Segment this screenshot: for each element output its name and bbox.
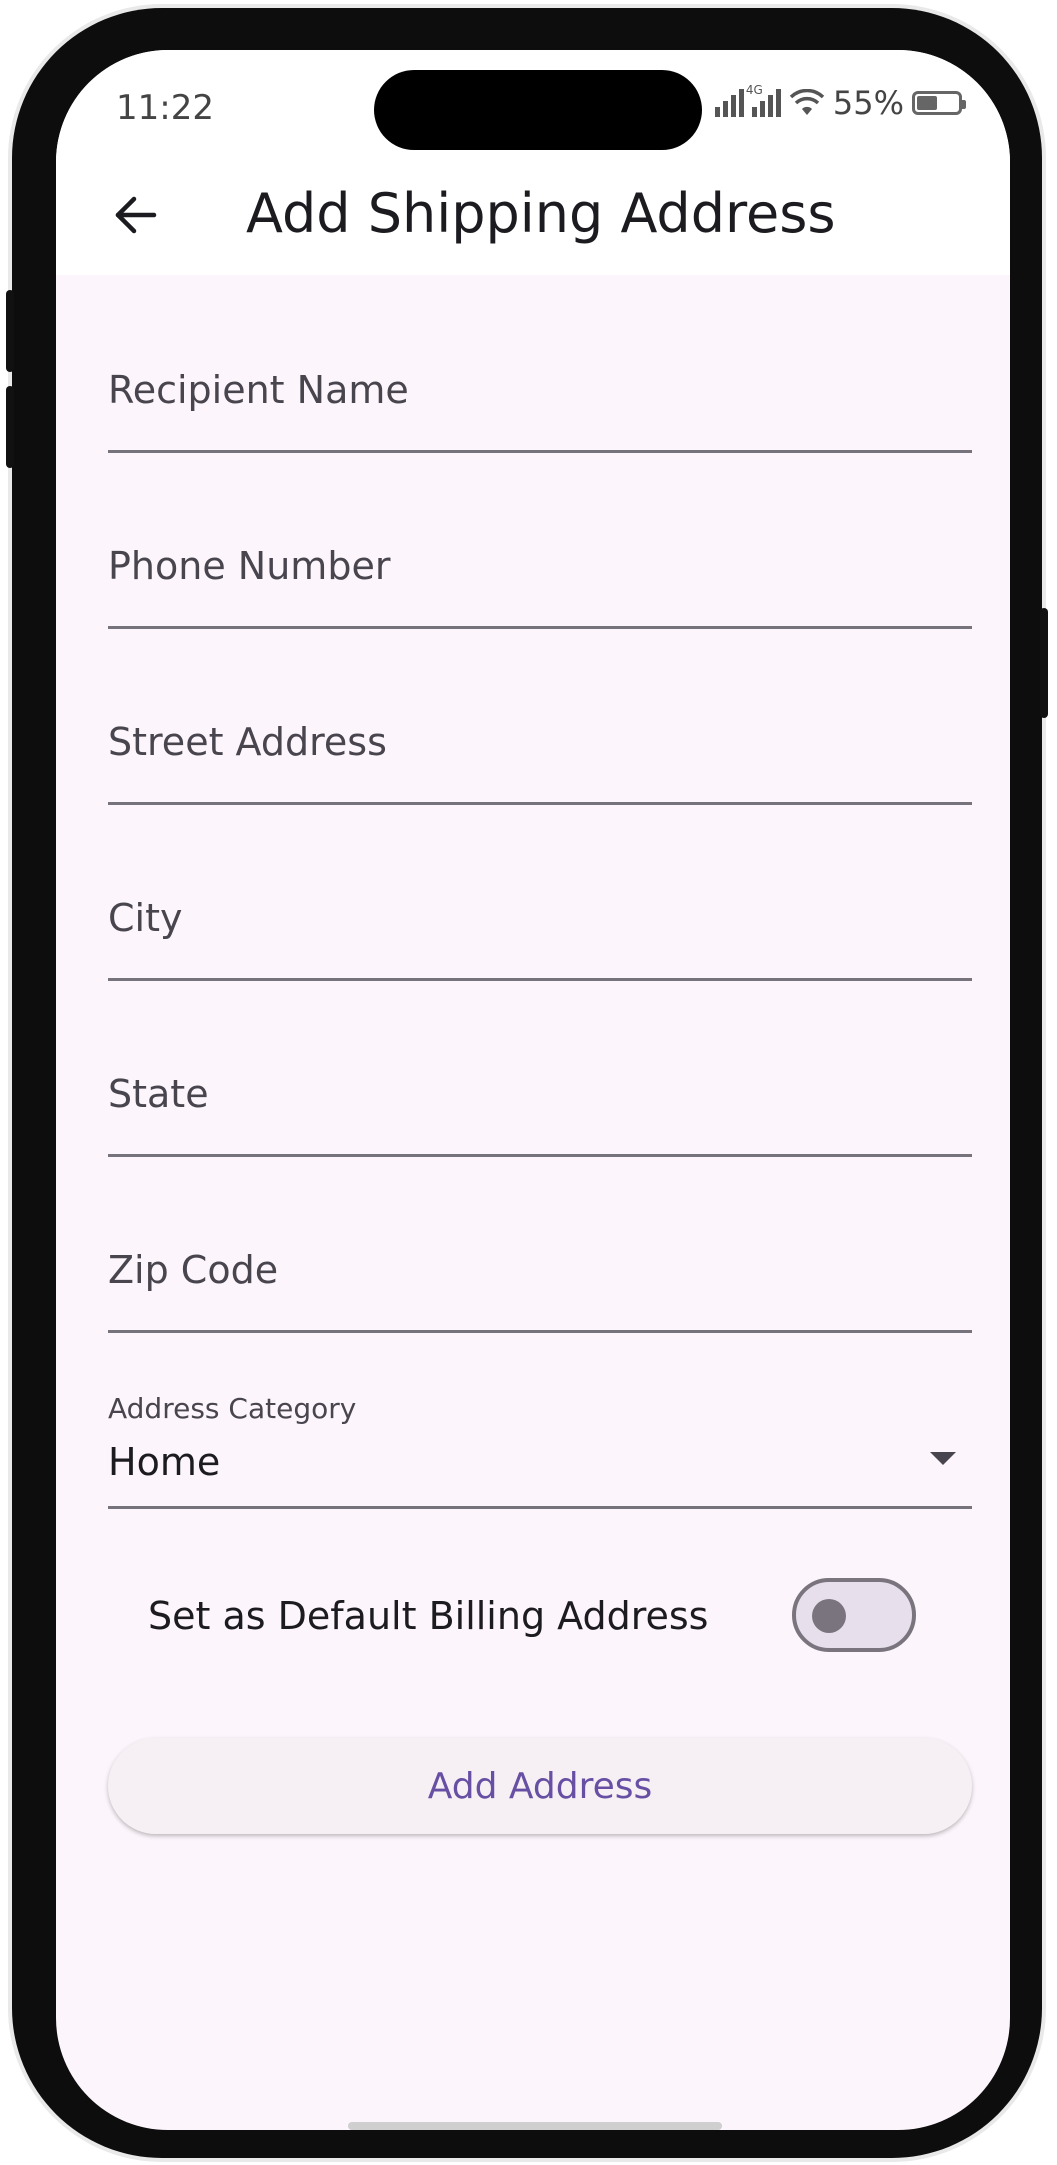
street-address-placeholder: Street Address [108, 720, 387, 764]
battery-level [917, 96, 938, 110]
address-category-dropdown[interactable]: Address Category Home [108, 1392, 972, 1509]
recipient-name-placeholder: Recipient Name [108, 368, 409, 412]
side-button-left-2 [6, 386, 14, 468]
zip-code-field[interactable]: Zip Code [108, 1194, 972, 1333]
side-button-right [1040, 608, 1048, 718]
battery-icon [912, 91, 966, 115]
dynamic-island [374, 70, 702, 150]
wifi-icon [789, 89, 825, 115]
default-billing-row: Set as Default Billing Address [148, 1578, 948, 1658]
arrow-left-icon [115, 196, 157, 234]
zip-code-placeholder: Zip Code [108, 1248, 279, 1292]
phone-frame: 11:22 4G 55% Add Shipping Address Recipi… [6, 8, 1048, 2158]
add-address-label: Add Address [427, 1765, 653, 1807]
signal-icon [714, 89, 744, 117]
page-title: Add Shipping Address [246, 182, 836, 245]
network-label: 4G [745, 83, 763, 97]
state-placeholder: State [108, 1072, 209, 1116]
address-category-label: Address Category [108, 1392, 357, 1425]
city-placeholder: City [108, 896, 183, 940]
home-indicator[interactable] [348, 2122, 722, 2130]
city-field[interactable]: City [108, 842, 972, 981]
phone-number-field[interactable]: Phone Number [108, 490, 972, 629]
phone-number-placeholder: Phone Number [108, 544, 391, 588]
state-field[interactable]: State [108, 1018, 972, 1157]
dropdown-arrow-icon [930, 1452, 956, 1465]
battery-percent: 55% [832, 84, 904, 122]
default-billing-label: Set as Default Billing Address [148, 1594, 709, 1638]
address-category-value: Home [108, 1440, 221, 1484]
side-button-left-1 [6, 290, 14, 372]
status-time: 11:22 [116, 88, 214, 128]
top-bar: 11:22 4G 55% Add Shipping Address [56, 50, 1010, 275]
default-billing-toggle[interactable] [792, 1578, 916, 1652]
back-button[interactable] [106, 185, 166, 245]
signal-4g-icon: 4G [746, 83, 781, 117]
street-address-field[interactable]: Street Address [108, 666, 972, 805]
status-icons: 4G 55% [714, 83, 966, 122]
recipient-name-field[interactable]: Recipient Name [108, 310, 972, 453]
add-address-button[interactable]: Add Address [108, 1738, 972, 1834]
toggle-knob [812, 1599, 846, 1633]
screen: 11:22 4G 55% Add Shipping Address Recipi… [56, 50, 1010, 2130]
